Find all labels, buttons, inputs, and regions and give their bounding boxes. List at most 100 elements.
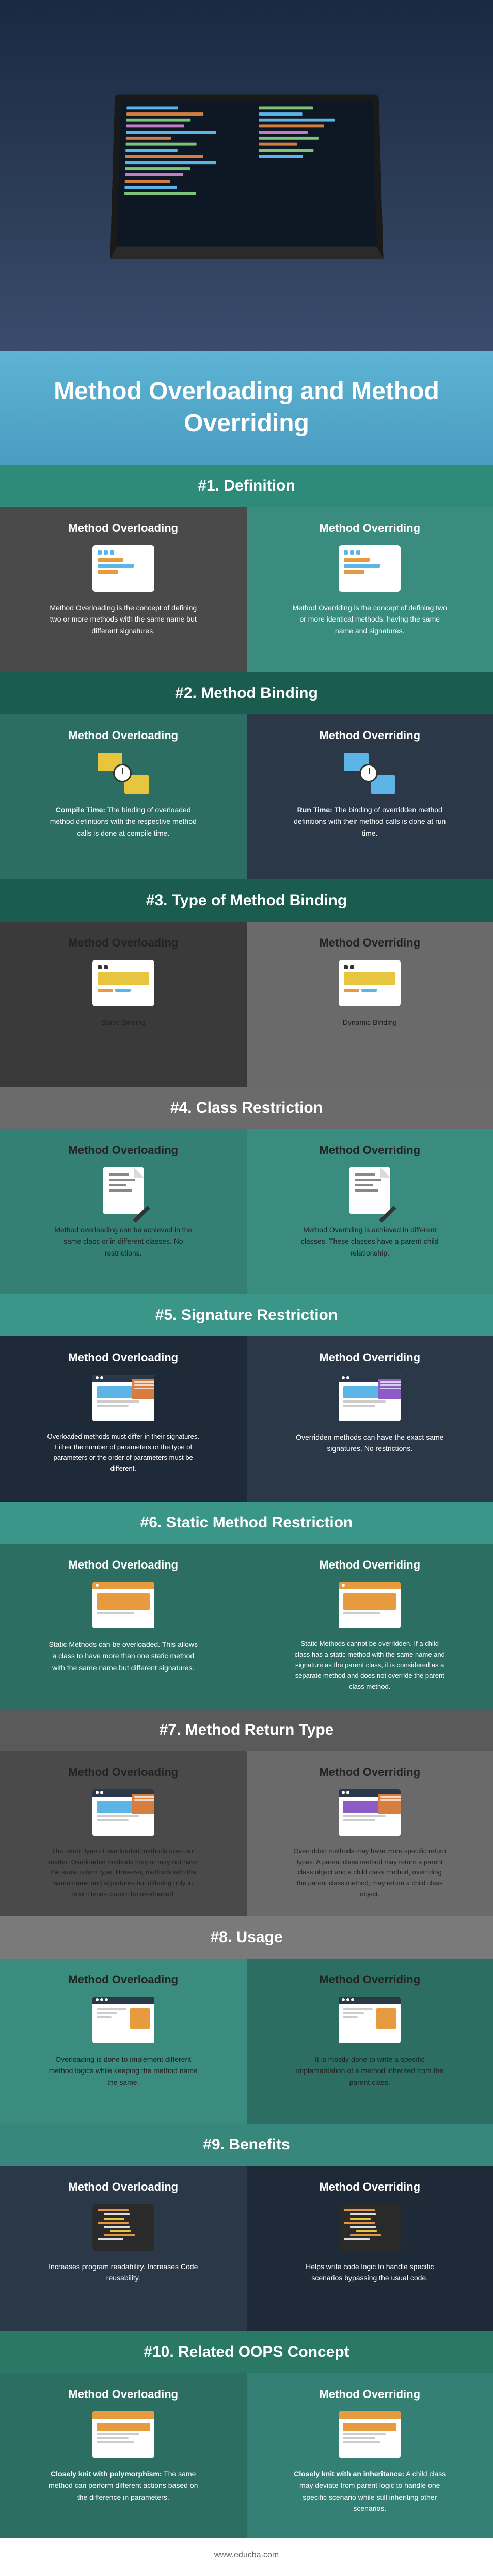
section-title: #4. Class Restriction — [12, 1099, 481, 1117]
col-text: Run Time: The binding of overridden meth… — [292, 804, 447, 839]
section-header-4: #4. Class Restriction — [0, 1087, 493, 1129]
compare-row-8: Method Overloading Overloading is done t… — [0, 1959, 493, 2124]
compare-col-left: Method Overloading Overloading is done t… — [0, 1959, 247, 2124]
compare-row-4: Method Overloading Method overloading ca… — [0, 1129, 493, 1294]
compare-row-10: Method Overloading Closely knit with pol… — [0, 2373, 493, 2538]
compare-col-left: Method Overloading Increases program rea… — [0, 2166, 247, 2331]
oops-icon — [339, 2411, 401, 2458]
compare-col-right: Method Overriding Method Overriding is t… — [247, 507, 493, 672]
main-title-bar: Method Overloading and Method Overriding — [0, 351, 493, 465]
note-icon — [103, 1167, 144, 1214]
col-heading: Method Overriding — [319, 936, 420, 950]
col-text: Overridden methods may have more specifi… — [292, 1846, 447, 1900]
col-text: It is mostly done to write a specific im… — [292, 2053, 447, 2088]
section-title: #1. Definition — [12, 477, 481, 495]
col-heading: Method Overriding — [319, 521, 420, 535]
section-header-10: #10. Related OOPS Concept — [0, 2331, 493, 2373]
section-title: #3. Type of Method Binding — [12, 892, 481, 909]
col-heading: Method Overloading — [68, 2388, 178, 2401]
compare-col-right: Method Overriding Overridden methods may… — [247, 1751, 493, 1916]
window-icon — [339, 545, 401, 592]
compare-row-1: Method Overloading Method Overloading is… — [0, 507, 493, 672]
compare-row-3: Method Overloading Static Binding Method… — [0, 922, 493, 1087]
col-text: Dynamic Binding — [343, 1017, 397, 1028]
section-title: #6. Static Method Restriction — [12, 1514, 481, 1531]
compare-col-right: Method Overriding Helps write code logic… — [247, 2166, 493, 2331]
section-header-3: #3. Type of Method Binding — [0, 879, 493, 922]
section-header-1: #1. Definition — [0, 465, 493, 507]
section-title: #9. Benefits — [12, 2136, 481, 2154]
binding-type-icon — [92, 960, 154, 1006]
col-heading: Method Overloading — [68, 2180, 178, 2194]
col-text: Closely knit with an inheritance: A chil… — [292, 2468, 447, 2515]
compare-col-right: Method Overriding Dynamic Binding — [247, 922, 493, 1087]
compare-col-right: Method Overriding It is mostly done to w… — [247, 1959, 493, 2124]
section-title: #5. Signature Restriction — [12, 1307, 481, 1324]
usage-icon — [92, 1997, 154, 2043]
col-heading: Method Overriding — [319, 2388, 420, 2401]
compare-col-left: Method Overloading Method Overloading is… — [0, 507, 247, 672]
compare-col-left: Method Overloading Overloaded methods mu… — [0, 1336, 247, 1502]
col-text: Method Overloading is the concept of def… — [46, 602, 201, 637]
col-text: The return type of overloaded methods do… — [46, 1846, 201, 1900]
binding-icon — [344, 753, 395, 794]
main-title: Method Overloading and Method Overriding — [21, 376, 472, 440]
section-title: #7. Method Return Type — [12, 1721, 481, 1739]
compare-col-right: Method Overriding Static Methods cannot … — [247, 1544, 493, 1709]
hero-image — [0, 0, 493, 351]
col-heading: Method Overriding — [319, 1766, 420, 1779]
signature-icon — [92, 1375, 154, 1421]
section-header-7: #7. Method Return Type — [0, 1709, 493, 1751]
static-icon — [339, 1582, 401, 1628]
col-heading: Method Overriding — [319, 729, 420, 742]
compare-col-left: Method Overloading The return type of ov… — [0, 1751, 247, 1916]
col-text: Increases program readability. Increases… — [46, 2261, 201, 2284]
col-heading: Method Overriding — [319, 1144, 420, 1157]
window-icon — [92, 545, 154, 592]
code-icon — [92, 2204, 154, 2251]
col-text: Method Overriding is achieved in differe… — [292, 1224, 447, 1259]
compare-row-9: Method Overloading Increases program rea… — [0, 2166, 493, 2331]
col-heading: Method Overloading — [68, 521, 178, 535]
note-icon — [349, 1167, 390, 1214]
signature-icon — [339, 1375, 401, 1421]
binding-icon — [98, 753, 149, 794]
section-header-5: #5. Signature Restriction — [0, 1294, 493, 1336]
footer-url: www.educba.com — [214, 2551, 279, 2559]
compare-row-7: Method Overloading The return type of ov… — [0, 1751, 493, 1916]
return-type-icon — [339, 1789, 401, 1836]
col-text: Static Binding — [101, 1017, 146, 1028]
col-heading: Method Overriding — [319, 1351, 420, 1364]
section-header-6: #6. Static Method Restriction — [0, 1502, 493, 1544]
section-header-8: #8. Usage — [0, 1916, 493, 1959]
col-text: Static Methods can be overloaded. This a… — [46, 1639, 201, 1673]
col-heading: Method Overloading — [68, 1558, 178, 1572]
col-heading: Method Overloading — [68, 936, 178, 950]
col-heading: Method Overloading — [68, 1144, 178, 1157]
col-text: Method Overriding is the concept of defi… — [292, 602, 447, 637]
col-heading: Method Overloading — [68, 729, 178, 742]
compare-row-5: Method Overloading Overloaded methods mu… — [0, 1336, 493, 1502]
compare-col-left: Method Overloading Method overloading ca… — [0, 1129, 247, 1294]
col-text: Closely knit with polymorphism: The same… — [46, 2468, 201, 2503]
col-text: Static Methods cannot be overridden. If … — [292, 1639, 447, 1692]
compare-col-left: Method Overloading Closely knit with pol… — [0, 2373, 247, 2538]
oops-icon — [92, 2411, 154, 2458]
col-heading: Method Overloading — [68, 1351, 178, 1364]
col-text: Helps write code logic to handle specifi… — [292, 2261, 447, 2284]
compare-col-left: Method Overloading Static Binding — [0, 922, 247, 1087]
binding-type-icon — [339, 960, 401, 1006]
section-header-9: #9. Benefits — [0, 2124, 493, 2166]
col-text: Method overloading can be achieved in th… — [46, 1224, 201, 1259]
col-heading: Method Overloading — [68, 1973, 178, 1986]
col-text: Overridden methods can have the exact sa… — [292, 1431, 447, 1455]
footer: www.educba.com — [0, 2538, 493, 2572]
col-heading: Method Overriding — [319, 1558, 420, 1572]
col-text: Overloading is done to implement differe… — [46, 2053, 201, 2088]
section-header-2: #2. Method Binding — [0, 672, 493, 714]
compare-col-left: Method Overloading Compile Time: The bin… — [0, 714, 247, 879]
compare-col-right: Method Overriding Overridden methods can… — [247, 1336, 493, 1502]
code-icon — [339, 2204, 401, 2251]
col-text: Compile Time: The binding of overloaded … — [46, 804, 201, 839]
compare-col-right: Method Overriding Method Overriding is a… — [247, 1129, 493, 1294]
